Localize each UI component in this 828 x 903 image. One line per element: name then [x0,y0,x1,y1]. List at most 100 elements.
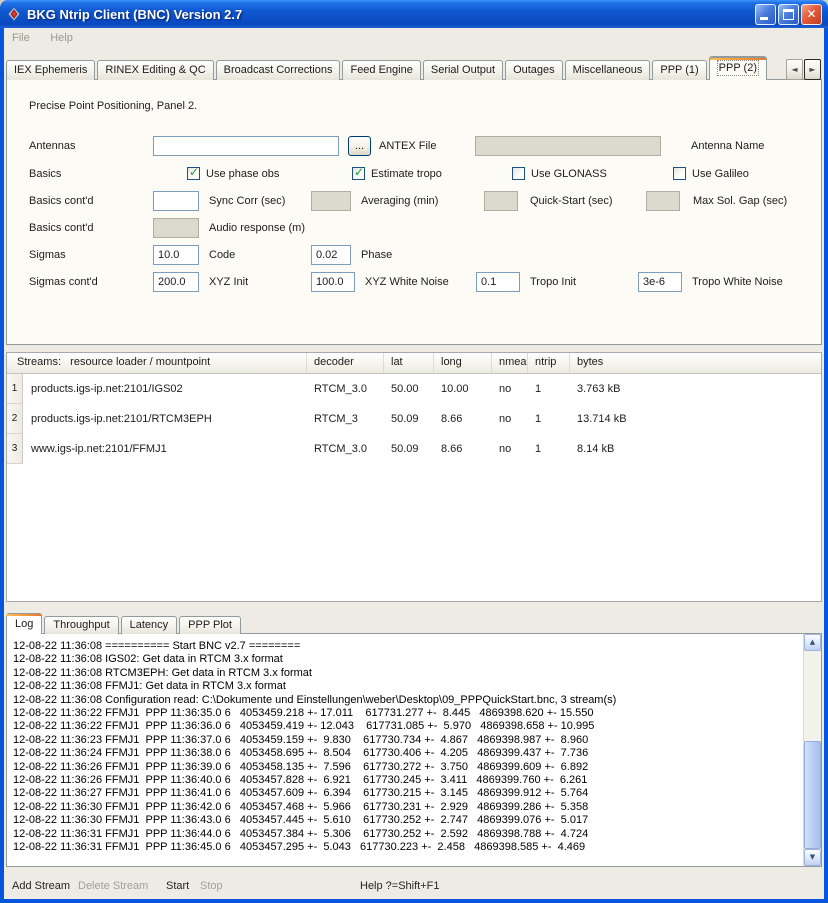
tab-scroll-left-icon[interactable] [786,59,803,80]
xyz-white-noise-input[interactable] [311,272,355,292]
sync-corr-input[interactable] [153,191,199,211]
tab-latency[interactable]: Latency [121,616,178,634]
close-button[interactable] [801,4,822,25]
tab-log[interactable]: Log [6,613,42,634]
stream-row-2[interactable]: 2 products.igs-ip.net:2101/RTCM3EPH RTCM… [7,404,821,434]
audio-response-label: Audio response (m) [209,218,305,238]
quick-start-label: Quick-Start (sec) [530,191,613,211]
sigma-code-label: Code [209,245,235,265]
log-scrollbar[interactable] [803,634,821,866]
panel-caption: Precise Point Positioning, Panel 2. [29,100,197,112]
row-number: 1 [7,374,23,404]
sigmas-contd-row: Sigmas cont'd XYZ Init XYZ White Noise T… [7,272,821,292]
tab-rinex-editing-qc[interactable]: RINEX Editing & QC [97,60,213,80]
start-button[interactable]: Start [166,875,189,897]
menu-help[interactable]: Help [42,28,81,44]
tab-scroll-right-icon[interactable] [804,59,821,80]
tab-ppp-1[interactable]: PPP (1) [652,60,706,80]
basics-row: Basics Use phase obs Estimate tropo Use … [7,164,821,184]
scroll-down-icon[interactable] [804,849,821,866]
tab-broadcast-corrections[interactable]: Broadcast Corrections [216,60,341,80]
averaging-input [311,191,351,211]
titlebar: BKG Ntrip Client (BNC) Version 2.7 [0,0,828,28]
log-line: 12-08-22 11:36:23 FFMJ1 PPP 11:36:37.0 6… [13,734,802,747]
log-line: 12-08-22 11:36:08 Configuration read: C:… [13,694,802,707]
cell-decoder: RTCM_3.0 [307,374,384,404]
window-body: File Help IEX Ephemeris RINEX Editing & … [4,28,824,899]
minimize-button[interactable] [755,4,776,25]
tab-outages[interactable]: Outages [505,60,563,80]
tab-feed-engine[interactable]: Feed Engine [342,60,420,80]
col-header-mountpoint[interactable]: Streams: resource loader / mountpoint [7,353,307,373]
antex-file-input [475,136,661,156]
tab-throughput[interactable]: Throughput [44,616,118,634]
col-header-bytes[interactable]: bytes [570,353,821,373]
maximize-button[interactable] [778,4,799,25]
delete-stream-button: Delete Stream [78,875,148,897]
log-line: 12-08-22 11:36:26 FFMJ1 PPP 11:36:39.0 6… [13,761,802,774]
col-header-lat[interactable]: lat [384,353,434,373]
tab-miscellaneous[interactable]: Miscellaneous [565,60,651,80]
basics-contd2-label: Basics cont'd [29,218,93,238]
cell-lat: 50.00 [384,374,434,404]
tab-ppp-2[interactable]: PPP (2) [709,56,767,80]
antex-browse-button[interactable]: ... [348,136,371,156]
sigmas-row: Sigmas Code Phase [7,245,821,265]
cell-bytes: 3.763 kB [570,374,821,404]
cell-mountpoint: products.igs-ip.net:2101/IGS02 [23,374,307,404]
basics-contd-row: Basics cont'd Sync Corr (sec) Averaging … [7,191,821,211]
cell-nmea: no [492,404,528,434]
tab-ppp-plot[interactable]: PPP Plot [179,616,241,634]
log-panel: 12-08-22 11:36:08 ========== Start BNC v… [6,633,822,867]
tab-rinex-ephemeris[interactable]: IEX Ephemeris [6,60,95,80]
cell-lat: 50.09 [384,434,434,464]
col-header-decoder[interactable]: decoder [307,353,384,373]
sigma-phase-input[interactable] [311,245,351,265]
cell-decoder: RTCM_3.0 [307,434,384,464]
col-header-nmea[interactable]: nmea [492,353,528,373]
averaging-label: Averaging (min) [361,191,438,211]
stream-row-1[interactable]: 1 products.igs-ip.net:2101/IGS02 RTCM_3.… [7,374,821,404]
sigma-code-input[interactable] [153,245,199,265]
use-phase-obs-checkbox[interactable] [187,167,200,180]
antenna-name-label: Antenna Name [691,136,764,156]
row-number: 2 [7,404,23,434]
log-line: 12-08-22 11:36:08 IGS02: Get data in RTC… [13,653,802,666]
col-header-ntrip[interactable]: ntrip [528,353,570,373]
log-line: 12-08-22 11:36:08 ========== Start BNC v… [13,640,802,653]
cell-nmea: no [492,374,528,404]
cell-mountpoint: products.igs-ip.net:2101/RTCM3EPH [23,404,307,434]
sigma-phase-label: Phase [361,245,392,265]
add-stream-button[interactable]: Add Stream [12,875,70,897]
tropo-white-noise-input[interactable] [638,272,682,292]
stream-row-3[interactable]: 3 www.igs-ip.net:2101/FFMJ1 RTCM_3.0 50.… [7,434,821,464]
antennas-input[interactable] [153,136,339,156]
log-line: 12-08-22 11:36:31 FFMJ1 PPP 11:36:45.0 6… [13,841,802,854]
sync-corr-label: Sync Corr (sec) [209,191,285,211]
basics-contd-label: Basics cont'd [29,191,93,211]
scroll-thumb[interactable] [804,741,821,849]
tab-serial-output[interactable]: Serial Output [423,60,503,80]
cell-bytes: 13.714 kB [570,404,821,434]
tropo-init-label: Tropo Init [530,272,576,292]
col-header-long[interactable]: long [434,353,492,373]
basics-contd2-row: Basics cont'd Audio response (m) [7,218,821,238]
main-tabbar: IEX Ephemeris RINEX Editing & QC Broadca… [6,56,782,80]
streams-table: Streams: resource loader / mountpoint de… [6,352,822,602]
log-line: 12-08-22 11:36:22 FFMJ1 PPP 11:36:36.0 6… [13,720,802,733]
tropo-init-input[interactable] [476,272,520,292]
xyz-init-input[interactable] [153,272,199,292]
sigmas-contd-label: Sigmas cont'd [29,272,98,292]
use-glonass-checkbox[interactable] [512,167,525,180]
scroll-up-icon[interactable] [804,634,821,651]
cell-ntrip: 1 [528,434,570,464]
cell-nmea: no [492,434,528,464]
use-galileo-checkbox[interactable] [673,167,686,180]
antennas-row: Antennas ... ANTEX File Antenna Name [7,136,821,156]
menu-file[interactable]: File [4,28,38,44]
estimate-tropo-checkbox[interactable] [352,167,365,180]
cell-ntrip: 1 [528,374,570,404]
log-line: 12-08-22 11:36:22 FFMJ1 PPP 11:36:35.0 6… [13,707,802,720]
log-text: 12-08-22 11:36:08 ========== Start BNC v… [7,634,804,866]
ppp2-panel: Precise Point Positioning, Panel 2. Ante… [6,79,822,345]
